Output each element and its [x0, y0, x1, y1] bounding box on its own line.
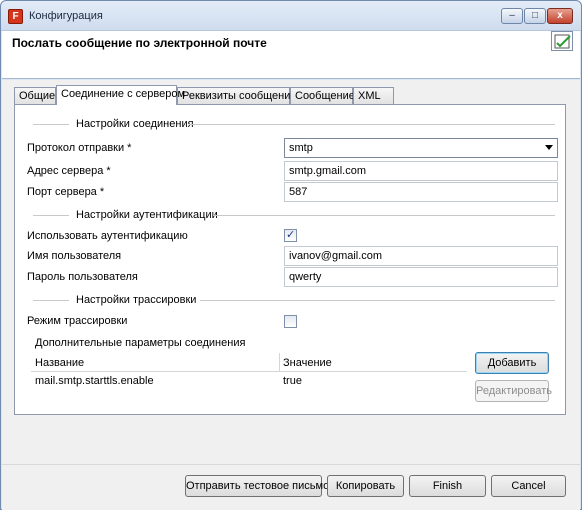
title-bar: F Конфигурация – □ x: [1, 1, 581, 31]
server-port-label: Порт сервера *: [27, 186, 105, 198]
close-button[interactable]: x: [547, 8, 573, 24]
trace-mode-checkbox[interactable]: [284, 315, 297, 328]
tab-message[interactable]: Сообщение: [290, 87, 355, 104]
params-title: Дополнительные параметры соединения: [35, 337, 246, 349]
section-title-connection: Настройки соединения: [76, 118, 194, 130]
section-title-auth: Настройки аутентификации: [76, 209, 218, 221]
username-field[interactable]: ivanov@gmail.com: [284, 246, 558, 266]
edit-button[interactable]: Редактировать: [475, 380, 552, 402]
app-icon: F: [8, 9, 23, 24]
dialog-footer: Отправить тестовое письмо Копировать Fin…: [2, 464, 580, 510]
send-test-email-button[interactable]: Отправить тестовое письмо: [185, 475, 329, 497]
maximize-button[interactable]: □: [524, 8, 546, 24]
column-divider: [279, 353, 280, 371]
checkmark-icon: ✓: [286, 229, 296, 241]
protocol-select-value: smtp: [289, 142, 313, 154]
section-title-trace: Настройки трассировки: [76, 294, 197, 306]
separator: [200, 300, 555, 301]
protocol-label: Протокол отправки *: [27, 142, 132, 154]
protocol-select[interactable]: smtp: [284, 138, 558, 158]
username-label: Имя пользователя: [27, 250, 122, 262]
param-name-cell[interactable]: mail.smtp.starttls.enable: [35, 375, 154, 387]
separator: [189, 124, 555, 125]
cancel-button[interactable]: Cancel: [491, 475, 566, 497]
window-title: Конфигурация: [29, 10, 103, 22]
minimize-button[interactable]: –: [501, 8, 523, 24]
separator: [33, 124, 69, 125]
checkmark-document-icon[interactable]: [551, 31, 573, 51]
trace-mode-label: Режим трассировки: [27, 315, 128, 327]
use-auth-checkbox[interactable]: ✓: [284, 229, 297, 242]
server-connection-panel: Настройки соединения Протокол отправки *…: [14, 104, 566, 415]
password-label: Пароль пользователя: [27, 271, 138, 283]
use-auth-label: Использовать аутентификацию: [27, 230, 188, 242]
config-window: F Конфигурация – □ x Послать сообщение п…: [0, 0, 582, 510]
dialog-content: Общие Соединение с сервером Реквизиты со…: [2, 80, 580, 464]
tab-xml[interactable]: XML: [353, 87, 394, 104]
server-port-field[interactable]: 587: [284, 182, 558, 202]
tab-server-connection[interactable]: Соединение с сервером: [56, 85, 185, 105]
page-title: Послать сообщение по электронной почте: [12, 36, 267, 50]
grid-header-line: [31, 371, 467, 372]
finish-button[interactable]: Finish: [409, 475, 486, 497]
copy-button[interactable]: Копировать: [327, 475, 404, 497]
add-button[interactable]: Добавить: [475, 352, 549, 374]
tab-message-details[interactable]: Реквизиты сообщения: [177, 87, 296, 104]
separator: [33, 215, 69, 216]
param-value-cell[interactable]: true: [283, 375, 302, 387]
separator: [213, 215, 555, 216]
dialog-header: Послать сообщение по электронной почте: [2, 31, 580, 79]
separator: [33, 300, 69, 301]
password-field[interactable]: qwerty: [284, 267, 558, 287]
server-address-label: Адрес сервера *: [27, 165, 111, 177]
chevron-down-icon: [545, 145, 553, 150]
column-header-value[interactable]: Значение: [283, 357, 332, 369]
tab-general[interactable]: Общие: [14, 87, 56, 104]
server-address-field[interactable]: smtp.gmail.com: [284, 161, 558, 181]
column-header-name[interactable]: Название: [35, 357, 84, 369]
